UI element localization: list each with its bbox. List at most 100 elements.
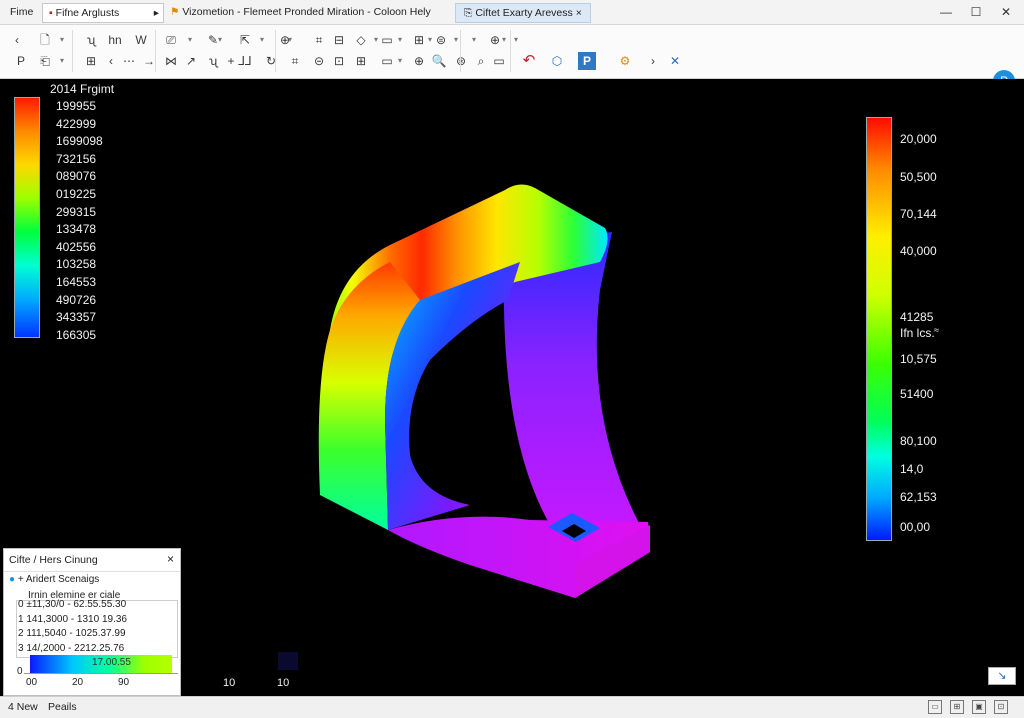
toolbar-icon[interactable]: P: [578, 52, 596, 70]
tab-effect-analysis-label: Ciftet Exarty Arevess: [475, 7, 573, 19]
right-legend-value: 41285: [900, 310, 934, 324]
toolbar-icon[interactable]: ▭: [378, 52, 396, 70]
settings-icon: ●: [9, 574, 16, 585]
right-legend-value: Ifn lcs.: [900, 326, 935, 340]
toolbar-icon[interactable]: ⋯: [120, 52, 138, 70]
result-panel: Cifte / Hers Cinung × ● + Aridert Scenai…: [3, 548, 181, 696]
tab-document-label: Fifne Arglusts: [55, 7, 120, 19]
toolbar-icon[interactable]: ↻: [262, 52, 280, 70]
status-grid-icon[interactable]: ⊞: [950, 700, 964, 714]
dropdown-arrow-icon[interactable]: ▾: [58, 31, 66, 49]
left-legend-value: 103258: [56, 257, 97, 272]
left-legend-value: 166305: [56, 327, 97, 342]
menu-file[interactable]: Fime: [10, 3, 33, 21]
toolbar-icon[interactable]: ›: [644, 52, 662, 70]
toolbar-icon[interactable]: ʯ: [82, 31, 100, 49]
toolbar-icon[interactable]: ⊕: [410, 52, 428, 70]
toolbar-icon[interactable]: ⊞: [352, 52, 370, 70]
toolbar-icon[interactable]: ʯ: [204, 52, 222, 70]
left-legend-value: 164553: [56, 275, 97, 289]
left-legend-value: 199955: [56, 99, 97, 113]
dropdown-arrow-icon[interactable]: ▾: [396, 52, 404, 70]
tab-visualization-label: Vizometion - Flemeet Pronded Miration - …: [182, 6, 431, 18]
toolbar-icon[interactable]: ⊜: [432, 31, 450, 49]
tab-effect-analysis[interactable]: ⎘ Ciftet Exarty Arevess ×: [455, 3, 591, 23]
toolbar-icon[interactable]: ⅃⅃: [236, 52, 254, 70]
status-layout-icon[interactable]: ▭: [928, 700, 942, 714]
panel-title: Cifte / Hers Cinung: [9, 554, 98, 566]
dropdown-arrow-icon[interactable]: ▾: [396, 31, 404, 49]
right-legend-value: 14,0: [900, 462, 924, 476]
ribbon-separator: [275, 30, 276, 72]
panel-strip-label: 17.00.55: [92, 657, 131, 668]
toolbar-icon[interactable]: ‹: [102, 52, 120, 70]
toolbar-icon[interactable]: ⎚: [162, 31, 180, 49]
panel-axis-tick: 10: [277, 677, 290, 689]
left-legend-value: 133478: [56, 222, 97, 237]
panel-header: Cifte / Hers Cinung ×: [4, 549, 180, 572]
left-legend-value: 089076: [56, 169, 97, 184]
status-panels[interactable]: Peails: [48, 701, 77, 713]
right-legend-value: 80,100: [900, 434, 937, 448]
toolbar-icon[interactable]: ⊝: [310, 52, 328, 70]
tab-arrow-icon[interactable]: ▸: [154, 4, 159, 22]
dropdown-arrow-icon[interactable]: ▾: [258, 31, 266, 49]
panel-row: 2 111,5040 - 1025.37.99: [18, 628, 126, 639]
toolbar-icon[interactable]: ↶: [520, 52, 538, 70]
dropdown-arrow-icon[interactable]: ▾: [500, 31, 508, 49]
maximize-button[interactable]: ☐: [966, 3, 986, 21]
panel-y-zero: 0: [17, 666, 23, 677]
dropdown-arrow-icon[interactable]: ▾: [58, 52, 66, 70]
toolbar-icon[interactable]: ⚙: [616, 52, 634, 70]
left-legend-value: 1699098: [56, 134, 103, 149]
toolbar-icon[interactable]: ▭: [378, 31, 396, 49]
dropdown-arrow-icon[interactable]: ▾: [216, 31, 224, 49]
status-view-icon[interactable]: ▣: [972, 700, 986, 714]
toolbar-icon[interactable]: ⬡: [548, 52, 566, 70]
minimize-button[interactable]: —: [936, 3, 956, 21]
toolbar-icon[interactable]: ⌗: [286, 52, 304, 70]
toolbar-icon[interactable]: ⊟: [330, 31, 348, 49]
tab-close-icon[interactable]: ×: [576, 7, 582, 19]
toolbar-icon[interactable]: ⊞: [82, 52, 100, 70]
corner-badge[interactable]: ↘: [988, 667, 1016, 685]
panel-axis-tick: 20: [72, 677, 84, 688]
panel-close-button[interactable]: ×: [167, 552, 174, 566]
toolbar-icon[interactable]: ⊛: [452, 52, 470, 70]
toolbar-icon[interactable]: P: [12, 52, 30, 70]
panel-axis-tick: 10: [223, 677, 236, 689]
dropdown-arrow-icon[interactable]: ▾: [452, 31, 460, 49]
toolbar-icon[interactable]: ⋈: [162, 52, 180, 70]
status-zoom-icon[interactable]: ⊡: [994, 700, 1008, 714]
toolbar-icon[interactable]: ✕: [666, 52, 684, 70]
toolbar-icon[interactable]: 🗋: [36, 31, 54, 49]
toolbar-icon[interactable]: ⇱: [236, 31, 254, 49]
mini-marker: [278, 652, 298, 670]
close-window-button[interactable]: ✕: [996, 3, 1016, 21]
toolbar-icon[interactable]: 🔍: [430, 52, 448, 70]
toolbar-icon[interactable]: W: [132, 31, 150, 49]
title-bar: Fime ▪ Fifne Arglusts ▸ ⚑ Vizometion - F…: [0, 0, 1024, 25]
right-legend-value: 50,500: [900, 170, 937, 184]
dropdown-arrow-icon[interactable]: ▾: [286, 31, 294, 49]
panel-axis-tick: 00: [26, 677, 38, 688]
dropdown-arrow-icon[interactable]: ▾: [470, 31, 478, 49]
toolbar-icon[interactable]: ⎗: [36, 52, 54, 70]
dropdown-arrow-icon[interactable]: ▾: [186, 31, 194, 49]
toolbar-icon[interactable]: ⌗: [310, 31, 328, 49]
toolbar-icon[interactable]: ◇: [352, 31, 370, 49]
toolbar-icon[interactable]: ↗: [182, 52, 200, 70]
toolbar-icon[interactable]: ‹: [8, 31, 26, 49]
right-legend-value: 51400: [900, 387, 934, 401]
left-legend-value: 019225: [56, 187, 97, 201]
dropdown-arrow-icon[interactable]: ▾: [512, 31, 520, 49]
right-legend-value: 20,000: [900, 132, 937, 146]
toolbar-icon[interactable]: hn: [106, 31, 124, 49]
toolbar-icon[interactable]: ⌕: [472, 52, 490, 70]
toolbar-icon[interactable]: ⊡: [330, 52, 348, 70]
tab-document[interactable]: ▪ Fifne Arglusts ▸: [42, 3, 164, 23]
toolbar-icon[interactable]: ▭: [490, 52, 508, 70]
panel-section[interactable]: ● + Aridert Scenaigs: [9, 574, 99, 585]
tab-visualization[interactable]: ⚑ Vizometion - Flemeet Pronded Miration …: [170, 3, 431, 21]
status-new: 4 New: [8, 701, 38, 713]
